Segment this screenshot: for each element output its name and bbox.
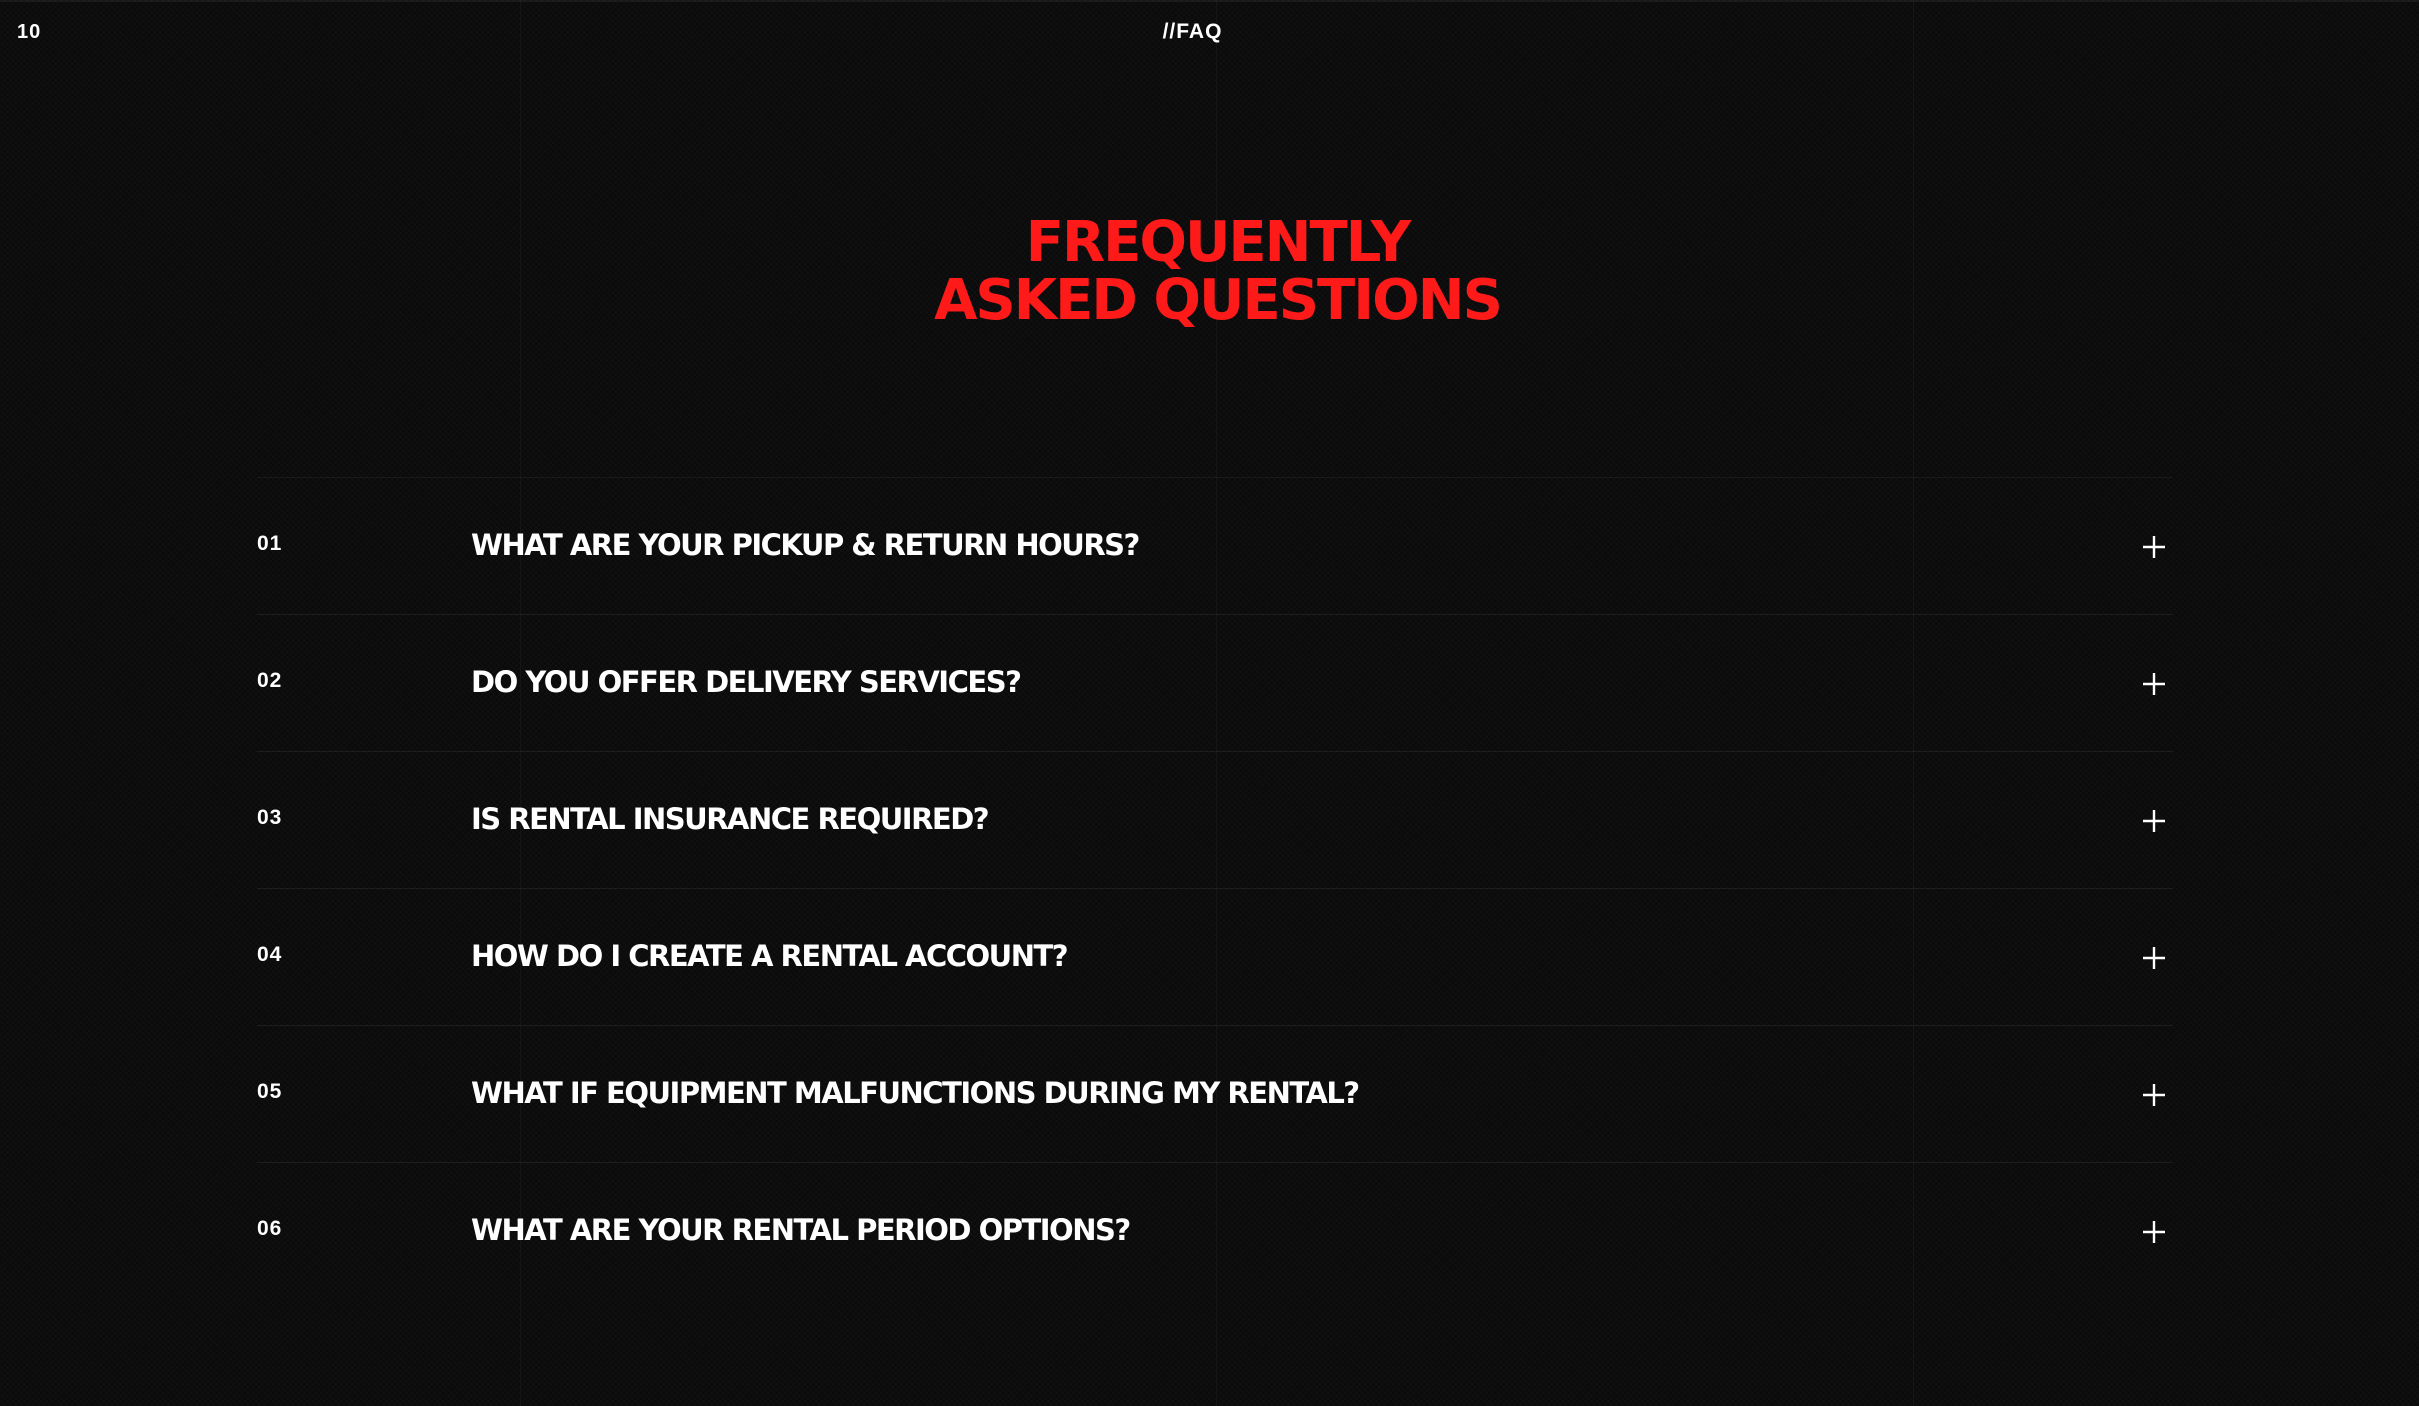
section-tag: //FAQ	[1162, 20, 1223, 43]
faq-item-question[interactable]: WHAT IF EQUIPMENT MALFUNCTIONS DURING MY…	[471, 1076, 1360, 1110]
faq-item[interactable]: 04 HOW DO I CREATE A RENTAL ACCOUNT?	[257, 888, 2173, 1025]
page-title-line-2: ASKED QUESTIONS	[934, 268, 1503, 333]
faq-item-question[interactable]: IS RENTAL INSURANCE REQUIRED?	[471, 802, 990, 836]
faq-item[interactable]: 02 DO YOU OFFER DELIVERY SERVICES?	[257, 614, 2173, 751]
faq-item-question[interactable]: HOW DO I CREATE A RENTAL ACCOUNT?	[471, 939, 1069, 973]
page-title-line-1: FREQUENTLY	[1025, 210, 1412, 275]
plus-icon[interactable]	[2135, 802, 2173, 840]
faq-item-question[interactable]: WHAT ARE YOUR PICKUP & RETURN HOURS?	[471, 528, 1140, 562]
faq-item-number: 04	[257, 943, 283, 966]
faq-item-number: 06	[257, 1217, 283, 1240]
faq-item-number: 03	[257, 806, 283, 829]
faq-item-question[interactable]: WHAT ARE YOUR RENTAL PERIOD OPTIONS?	[471, 1213, 1131, 1247]
plus-icon[interactable]	[2135, 1213, 2173, 1251]
plus-icon[interactable]	[2135, 939, 2173, 977]
faq-item[interactable]: 03 IS RENTAL INSURANCE REQUIRED?	[257, 751, 2173, 888]
page-title: FREQUENTLY ASKED QUESTIONS	[0, 214, 2419, 330]
plus-icon[interactable]	[2135, 1076, 2173, 1114]
faq-list: 01 WHAT ARE YOUR PICKUP & RETURN HOURS? …	[257, 477, 2173, 1299]
top-border	[0, 0, 2419, 2]
faq-item-number: 01	[257, 532, 283, 555]
faq-item-question[interactable]: DO YOU OFFER DELIVERY SERVICES?	[471, 665, 1022, 699]
plus-icon[interactable]	[2135, 665, 2173, 703]
faq-item-number: 02	[257, 669, 283, 692]
plus-icon[interactable]	[2135, 528, 2173, 566]
faq-item[interactable]: 05 WHAT IF EQUIPMENT MALFUNCTIONS DURING…	[257, 1025, 2173, 1162]
faq-item-number: 05	[257, 1080, 283, 1103]
faq-item[interactable]: 01 WHAT ARE YOUR PICKUP & RETURN HOURS?	[257, 477, 2173, 614]
faq-item[interactable]: 06 WHAT ARE YOUR RENTAL PERIOD OPTIONS?	[257, 1162, 2173, 1299]
